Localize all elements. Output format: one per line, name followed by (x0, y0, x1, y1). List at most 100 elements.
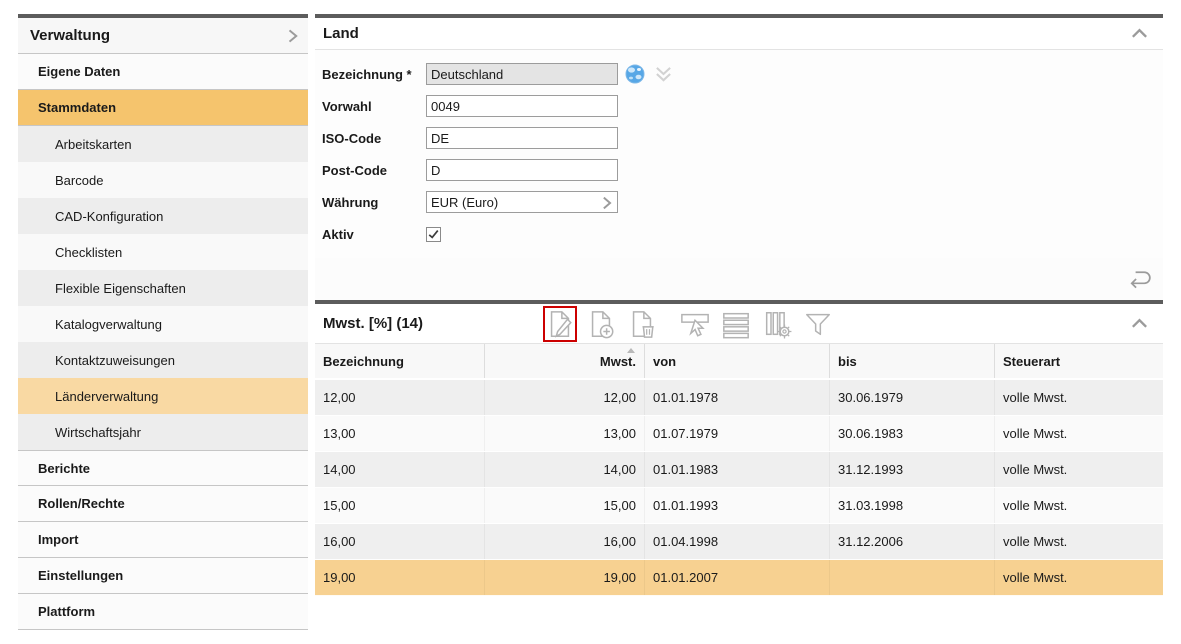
sidebar-item-label: Import (38, 532, 78, 547)
input-value: EUR (Euro) (431, 195, 498, 210)
sidebar-item-cad-konfiguration[interactable]: CAD-Konfiguration (18, 198, 308, 234)
sidebar-item-label: Einstellungen (38, 568, 123, 583)
sidebar-item-import[interactable]: Import (18, 522, 308, 558)
table-cell: 13,00 (485, 416, 645, 451)
table-row[interactable]: 14,0014,0001.01.198331.12.1993volle Mwst… (315, 452, 1163, 488)
sidebar-item-label: Flexible Eigenschaften (55, 281, 186, 296)
sidebar-title: Verwaltung (30, 27, 285, 44)
double-chevron-down-icon[interactable] (654, 65, 673, 83)
input-value: D (431, 163, 440, 178)
chevron-right-icon[interactable] (285, 26, 300, 46)
table-row[interactable]: 15,0015,0001.01.199331.03.1998volle Mwst… (315, 488, 1163, 524)
table-cell: 30.06.1979 (830, 380, 995, 415)
sidebar-item-flexible-eigenschaften[interactable]: Flexible Eigenschaften (18, 270, 308, 306)
filter-icon[interactable] (801, 306, 835, 342)
column-header-mwst[interactable]: Mwst. (485, 344, 645, 378)
post-code-input[interactable]: D (426, 159, 618, 181)
field-label: Währung (322, 195, 426, 210)
land-panel-title: Land (323, 25, 359, 42)
delete-record-icon[interactable] (625, 306, 659, 342)
sidebar-items: Eigene Daten Stammdaten Arbeitskarten Barco… (18, 54, 308, 630)
table-row[interactable]: 12,0012,0001.01.197830.06.1979volle Mwst… (315, 380, 1163, 416)
sidebar-item-barcode[interactable]: Barcode (18, 162, 308, 198)
table-row[interactable]: 16,0016,0001.04.199831.12.2006volle Mwst… (315, 524, 1163, 560)
column-header-steuerart[interactable]: Steuerart (995, 344, 1163, 378)
field-label: Bezeichnung * (322, 67, 426, 82)
sidebar-item-stammdaten[interactable]: Stammdaten (18, 90, 308, 126)
table-body: 12,0012,0001.01.197830.06.1979volle Mwst… (315, 380, 1163, 596)
table-cell: 12,00 (485, 380, 645, 415)
column-header-label: von (653, 354, 676, 369)
aktiv-checkbox[interactable] (426, 227, 441, 242)
sidebar-item-plattform[interactable]: Plattform (18, 594, 308, 630)
sidebar-item-label: Checklisten (55, 245, 122, 260)
sidebar-item-einstellungen[interactable]: Einstellungen (18, 558, 308, 594)
mwst-panel: Mwst. [%] (14) Bezeichnung Mwst. von bisSte… (315, 300, 1163, 596)
table-cell: 12,00 (315, 380, 485, 415)
table-cell: 15,00 (315, 488, 485, 523)
sidebar-header: Verwaltung (18, 18, 308, 54)
sidebar-item-kontaktzuweisungen[interactable]: Kontaktzuweisungen (18, 342, 308, 378)
field-label: Vorwahl (322, 99, 426, 114)
form-field-iso-code: ISO-Code DE (315, 122, 1163, 154)
column-settings-icon[interactable] (760, 306, 794, 342)
mwst-panel-title: Mwst. [%] (14) (323, 315, 423, 332)
table-cell: 30.06.1983 (830, 416, 995, 451)
table-cell: volle Mwst. (995, 416, 1163, 451)
mwst-panel-header: Mwst. [%] (14) (315, 304, 1163, 344)
sidebar-item-checklisten[interactable]: Checklisten (18, 234, 308, 270)
table-cell: 31.12.1993 (830, 452, 995, 487)
rows-view-icon[interactable] (719, 306, 753, 342)
column-header-label: Mwst. (600, 354, 636, 369)
column-header-von[interactable]: von (645, 344, 830, 378)
sidebar-item-label: Katalogverwaltung (55, 317, 162, 332)
waehrung-input[interactable]: EUR (Euro) (426, 191, 618, 213)
app-root: Verwaltung Eigene Daten Stammdaten Arbeits… (0, 0, 1181, 644)
table-row[interactable]: 19,0019,0001.01.2007volle Mwst. (315, 560, 1163, 596)
table-row[interactable]: 13,0013,0001.07.197930.06.1983volle Mwst… (315, 416, 1163, 452)
iso-code-input[interactable]: DE (426, 127, 618, 149)
undo-icon[interactable] (1124, 266, 1153, 293)
sidebar-item-laenderverwaltung[interactable]: Länderverwaltung (18, 378, 308, 414)
input-value: 0049 (431, 99, 460, 114)
sidebar-item-label: Arbeitskarten (55, 137, 132, 152)
sidebar-item-wirtschaftsjahr[interactable]: Wirtschaftsjahr (18, 414, 308, 450)
input-value: DE (431, 131, 449, 146)
column-header-label: Bezeichnung (323, 354, 404, 369)
sidebar-item-label: Länderverwaltung (55, 389, 158, 404)
table-cell: 01.01.2007 (645, 560, 830, 595)
vorwahl-input[interactable]: 0049 (426, 95, 618, 117)
column-header-bis[interactable]: bis (830, 344, 995, 378)
table-header-row: Bezeichnung Mwst. von bisSteuerart (315, 344, 1163, 380)
edit-record-icon[interactable] (543, 306, 577, 342)
table-cell: 13,00 (315, 416, 485, 451)
table-cell: 16,00 (315, 524, 485, 559)
sidebar-item-berichte[interactable]: Berichte (18, 450, 308, 486)
sidebar-item-eigene-daten[interactable]: Eigene Daten (18, 54, 308, 90)
table-cell: 19,00 (485, 560, 645, 595)
collapse-mwst-icon[interactable] (1128, 316, 1151, 331)
table-cell: volle Mwst. (995, 488, 1163, 523)
globe-icon[interactable] (625, 64, 645, 84)
bezeichnung-input[interactable]: Deutschland (426, 63, 618, 85)
sidebar-item-label: Plattform (38, 604, 95, 619)
column-header-bezeichnung[interactable]: Bezeichnung (315, 344, 485, 378)
sidebar-item-label: CAD-Konfiguration (55, 209, 163, 224)
sidebar-item-label: Eigene Daten (38, 64, 120, 79)
sidebar-item-label: Kontaktzuweisungen (55, 353, 175, 368)
sidebar-item-rollen-rechte[interactable]: Rollen/Rechte (18, 486, 308, 522)
select-row-icon[interactable] (678, 306, 712, 342)
sidebar-item-label: Stammdaten (38, 100, 116, 115)
field-label: ISO-Code (322, 131, 426, 146)
sidebar: Verwaltung Eigene Daten Stammdaten Arbeits… (18, 14, 308, 630)
sidebar-item-katalogverwaltung[interactable]: Katalogverwaltung (18, 306, 308, 342)
add-record-icon[interactable] (584, 306, 618, 342)
form-field-bezeichnung: Bezeichnung *Deutschland (315, 58, 1163, 90)
collapse-land-icon[interactable] (1128, 26, 1151, 41)
picker-chevron-icon[interactable] (600, 195, 613, 214)
field-label: Post-Code (322, 163, 426, 178)
table-cell: volle Mwst. (995, 380, 1163, 415)
table-cell: 19,00 (315, 560, 485, 595)
sidebar-item-arbeitskarten[interactable]: Arbeitskarten (18, 126, 308, 162)
mwst-table: Bezeichnung Mwst. von bisSteuerart 12,0012,… (315, 344, 1163, 596)
